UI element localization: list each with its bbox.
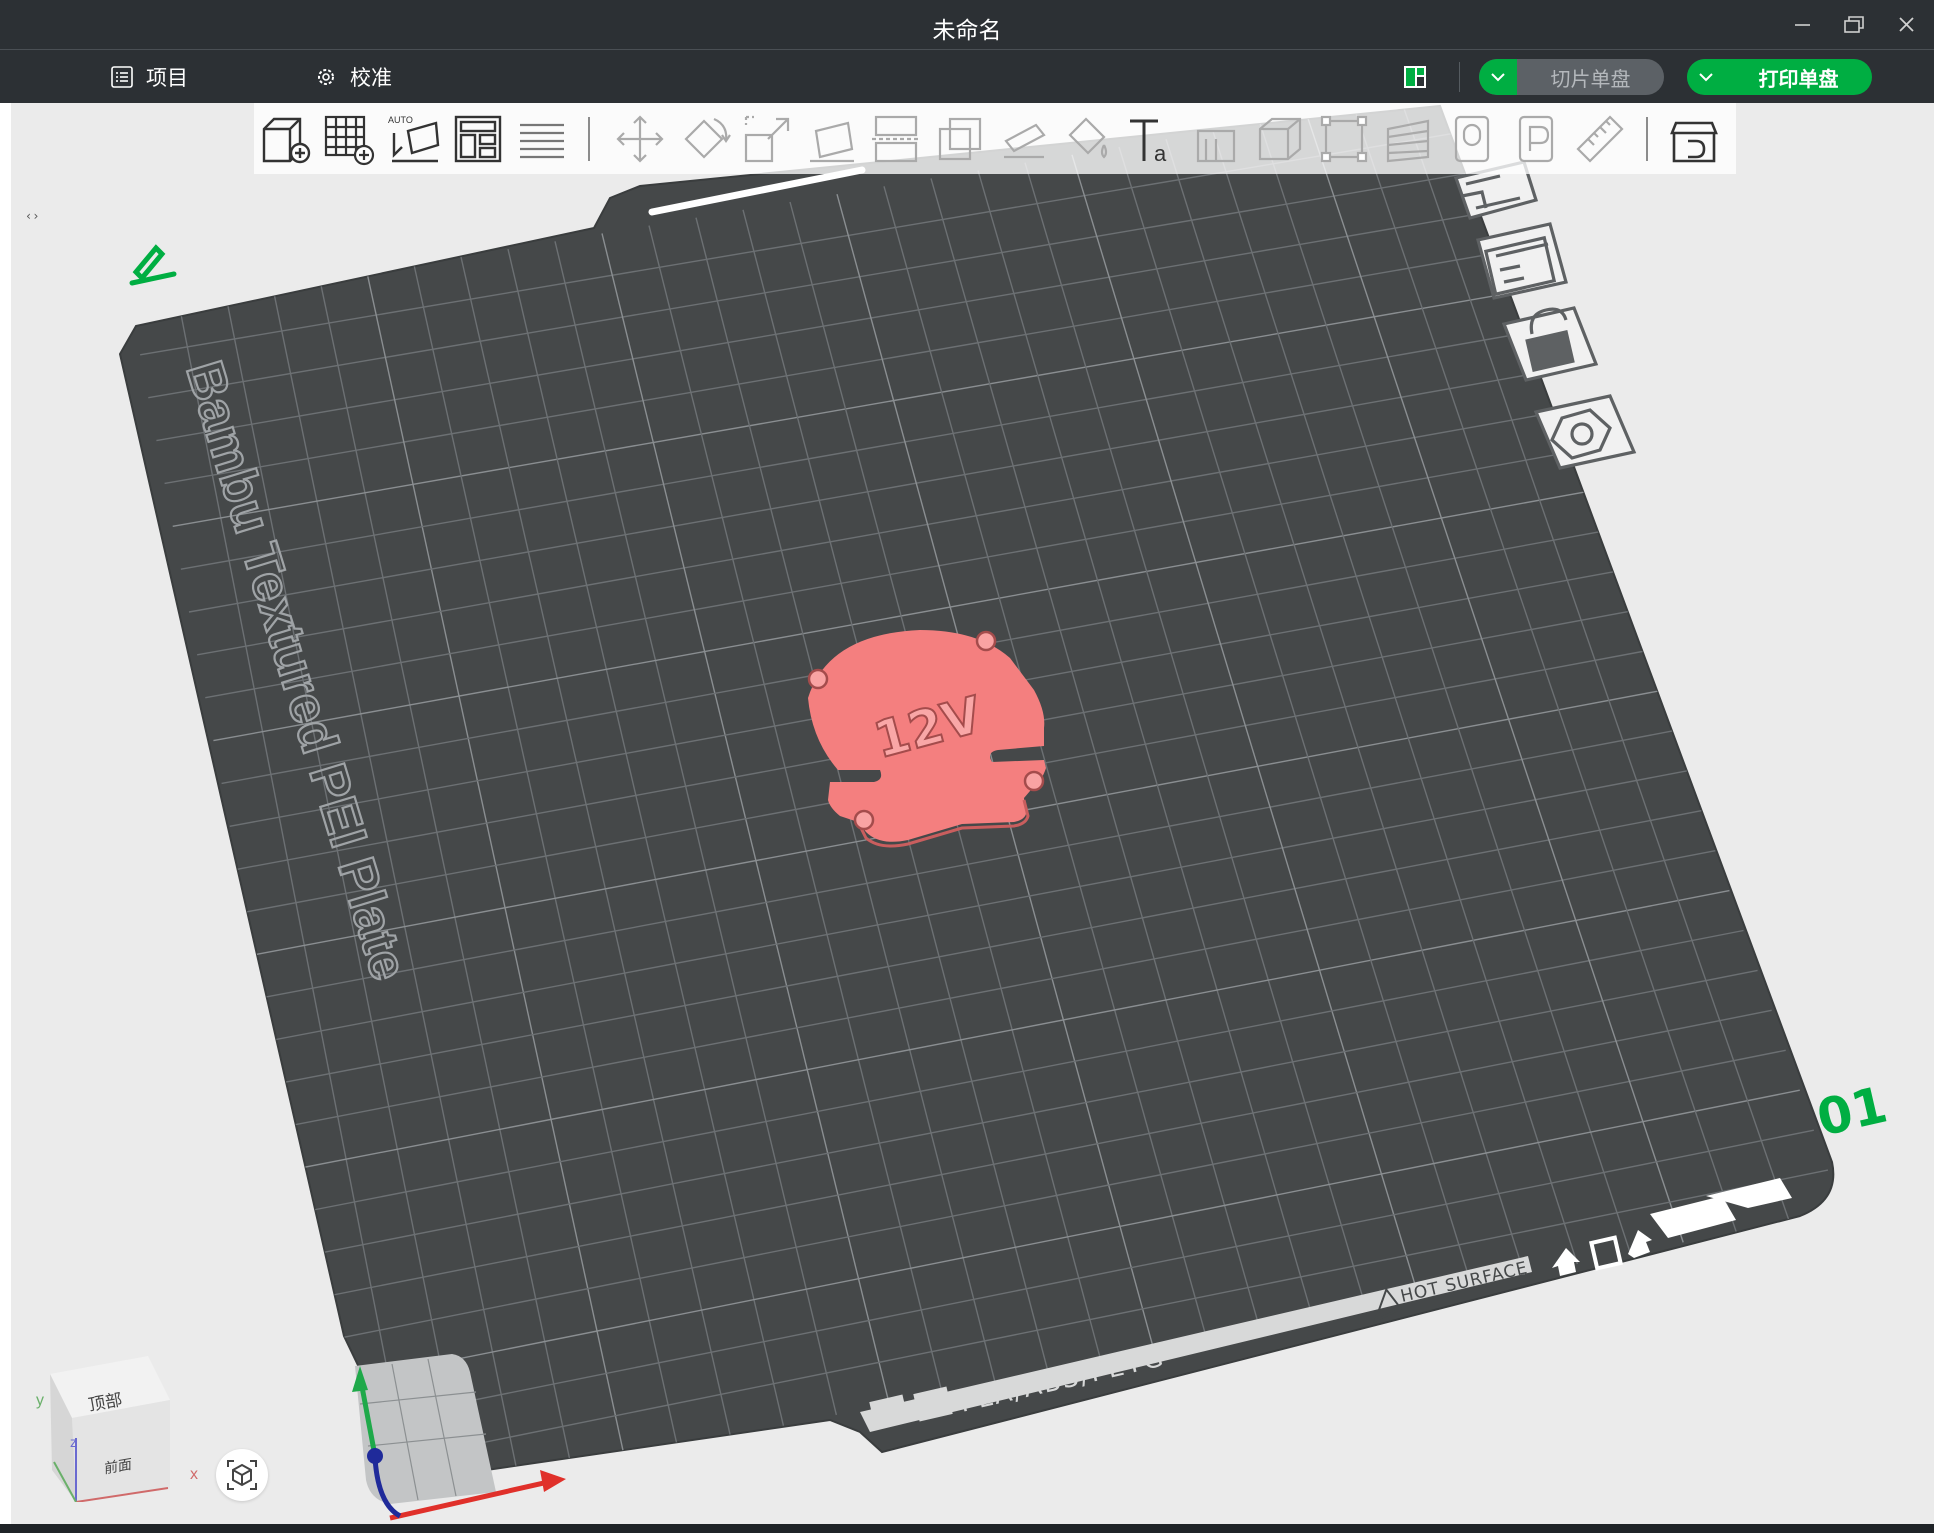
cut-icon <box>872 115 920 163</box>
calibration-menu-label: 校准 <box>350 66 392 90</box>
arrange-icon <box>454 115 502 163</box>
boolean-tool[interactable] <box>932 111 988 167</box>
scale-tool[interactable] <box>740 111 796 167</box>
auto-orient-icon: AUTO <box>388 115 440 163</box>
layout-icon <box>1404 66 1426 88</box>
variable-layer-tool[interactable] <box>1380 111 1436 167</box>
list-icon <box>111 66 133 88</box>
axis-z-label: z <box>70 1434 77 1450</box>
window-title: 未命名 <box>932 18 1002 44</box>
paint-color-tool[interactable] <box>1060 111 1116 167</box>
slice-plate-button[interactable]: 切片单盘 <box>1479 59 1664 95</box>
assembly-tool[interactable] <box>1252 111 1308 167</box>
assembly-view-icon <box>1670 121 1718 163</box>
print-plate-button[interactable]: 打印单盘 <box>1687 59 1872 95</box>
measure-box-tool[interactable] <box>1316 111 1372 167</box>
restore-button[interactable] <box>1834 10 1874 40</box>
gear-icon <box>318 69 334 85</box>
fit-view-icon <box>227 1460 257 1490</box>
paint-support-icon <box>1004 123 1046 159</box>
move-tool[interactable] <box>612 111 668 167</box>
text-icon: a <box>1130 119 1167 166</box>
toolbar-separator <box>588 117 590 161</box>
model-object[interactable]: 12V <box>807 630 1046 848</box>
chevron-down-icon <box>1699 73 1713 82</box>
plate-layout-tool[interactable] <box>1476 222 1568 300</box>
paint-support-tool[interactable] <box>996 111 1052 167</box>
lay-on-face-icon <box>810 121 854 163</box>
cut-tool[interactable] <box>868 111 924 167</box>
slice-plate-label: 切片单盘 <box>1550 66 1631 91</box>
view-cube-icon <box>50 1356 170 1503</box>
project-menu-label: 项目 <box>146 66 188 90</box>
svg-text:AUTO: AUTO <box>388 115 413 125</box>
minimize-icon <box>1795 24 1810 26</box>
menubar-divider <box>1459 62 1460 92</box>
chevron-down-icon <box>1491 73 1505 82</box>
layers-tool[interactable] <box>514 111 570 167</box>
boolean-icon <box>938 117 982 161</box>
move-icon <box>616 115 664 163</box>
origin-dot <box>367 1448 383 1464</box>
ruler-icon <box>1576 115 1624 163</box>
svg-text:a: a <box>1154 141 1167 166</box>
rotate-icon <box>684 117 731 159</box>
axis-y-label: y <box>36 1392 44 1409</box>
layout-toggle-button[interactable] <box>1401 63 1429 91</box>
rotate-tool[interactable] <box>676 111 732 167</box>
mesh-boolean-icon <box>1454 115 1490 163</box>
auto-orient-tool[interactable]: AUTO <box>386 111 442 167</box>
layers-icon <box>520 123 564 159</box>
seam-paint-tool[interactable] <box>1508 111 1564 167</box>
seam-paint-icon <box>1518 115 1554 163</box>
add-object-tool[interactable] <box>258 111 314 167</box>
status-bar <box>0 1524 1934 1533</box>
arrange-tool[interactable] <box>450 111 506 167</box>
close-icon <box>1899 17 1914 32</box>
add-plate-tool[interactable] <box>322 111 378 167</box>
restore-icon <box>1844 16 1864 33</box>
variable-layer-icon <box>1386 119 1430 163</box>
x-axis-arrow <box>540 1470 566 1492</box>
add-object-icon <box>262 117 311 164</box>
build-plate-scene[interactable]: Bambu Textured PEI Plate PLA/ABS/PETG HO… <box>11 103 1934 1524</box>
ruler-tool[interactable] <box>1572 111 1628 167</box>
emboss-tool[interactable] <box>1188 111 1244 167</box>
assembly-view-tool[interactable] <box>1666 111 1722 167</box>
fit-view-button[interactable] <box>216 1449 268 1501</box>
menu-bar: 项目 校准 切片单盘 打印单盘 <box>0 50 1934 103</box>
axis-x-label: x <box>190 1466 198 1483</box>
minimize-button[interactable] <box>1782 10 1822 40</box>
edit-plate-name-icon[interactable] <box>129 244 177 286</box>
sidebar-collapse-toggle[interactable]: ‹› <box>25 209 45 225</box>
plate-number[interactable]: 01 <box>1812 1076 1893 1148</box>
scale-icon <box>744 115 790 163</box>
measure-box-icon <box>1320 115 1368 163</box>
main-toolbar: AUTO a <box>254 103 1736 174</box>
toolbar-separator <box>1646 117 1648 161</box>
calibration-menu[interactable]: 校准 <box>314 63 392 91</box>
navigation-cube[interactable]: 顶部 前面 y z x <box>36 1352 200 1503</box>
assembly-icon <box>1258 117 1302 161</box>
slice-dropdown[interactable] <box>1479 59 1517 95</box>
add-plate-icon <box>324 115 375 166</box>
title-bar: 未命名 <box>0 0 1934 50</box>
text-tool[interactable]: a <box>1124 111 1180 167</box>
mesh-boolean-tool[interactable] <box>1444 111 1500 167</box>
lay-on-face-tool[interactable] <box>804 111 860 167</box>
print-plate-label: 打印单盘 <box>1758 66 1839 91</box>
print-dropdown[interactable] <box>1687 59 1725 95</box>
left-sidebar-strip[interactable] <box>0 103 11 1524</box>
paint-color-icon <box>1068 117 1108 159</box>
project-menu[interactable]: 项目 <box>110 63 188 91</box>
emboss-icon <box>1196 129 1236 163</box>
close-button[interactable] <box>1886 10 1926 40</box>
3d-viewport[interactable]: Bambu Textured PEI Plate PLA/ABS/PETG HO… <box>11 103 1934 1524</box>
